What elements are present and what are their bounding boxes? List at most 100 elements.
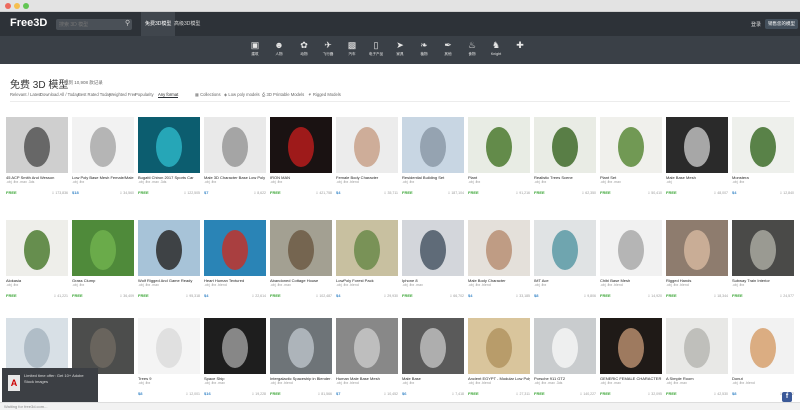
model-card[interactable]: Male 3D Character Base Low Poly Model.ob… [204, 117, 266, 195]
model-thumbnail[interactable] [72, 318, 134, 374]
category-electronics[interactable]: ▯ 电子产品 [365, 39, 387, 57]
category-more[interactable]: ✚ [509, 39, 531, 52]
category-food[interactable]: ♨ 食物 [461, 39, 483, 57]
rigged-filter[interactable]: ⚘ Rigged Models [308, 92, 341, 97]
model-card[interactable]: Trees 9 .obj .fbx $8 ⇩ 12,001 [138, 318, 200, 396]
model-thumbnail[interactable] [732, 220, 794, 276]
category-other[interactable]: ✒ 其他 [437, 39, 459, 57]
model-thumbnail[interactable] [534, 318, 596, 374]
model-card[interactable]: IMT Ace .obj .fbx $8 ⇩ 9,806 [534, 220, 596, 298]
model-card[interactable]: Human Male Base Mesh .obj .fbx .blend $7 ⇩ … [336, 318, 398, 396]
model-card[interactable]: Abandoned Cottage House .obj .fbx .max FRE… [270, 220, 332, 298]
model-thumbnail[interactable] [534, 220, 596, 276]
model-thumbnail[interactable] [6, 318, 68, 374]
filter-relevant[interactable]: Relevant / Latest [10, 92, 41, 97]
model-thumbnail[interactable] [270, 117, 332, 173]
model-card[interactable]: Heart Human Textured .obj .fbx .blend $4 ⇩ … [204, 220, 266, 298]
model-thumbnail[interactable] [204, 220, 266, 276]
category-characters[interactable]: ☻ 人物 [268, 39, 290, 57]
model-thumbnail[interactable] [72, 220, 134, 276]
model-thumbnail[interactable] [666, 220, 728, 276]
printable-filter[interactable]: ⎙ 3D Printable Models [262, 92, 304, 97]
login-link[interactable]: 登录 [751, 21, 761, 28]
category-aircraft[interactable]: ✈ 飞行器 [317, 39, 339, 57]
model-card[interactable]: LowPoly Forest Pack .obj .fbx .blend $4 ⇩ 2… [336, 220, 398, 298]
model-thumbnail[interactable] [6, 117, 68, 173]
model-card[interactable]: Wolf Rigged And Game Ready .obj .fbx .max… [138, 220, 200, 298]
model-card[interactable]: Low Poly Base Mesh Female/Male .obj .fbx $… [72, 117, 134, 195]
model-thumbnail[interactable] [468, 318, 530, 374]
model-thumbnail[interactable] [600, 220, 662, 276]
model-card[interactable]: Grass Clump .obj .fbx FREE ⇩ 36,409 [72, 220, 134, 298]
model-card[interactable]: Plant Set .obj .fbx .max FREE ⇩ 50,410 [600, 117, 662, 195]
model-thumbnail[interactable] [138, 318, 200, 374]
model-card[interactable]: Male Base Mesh .obj FREE ⇩ 48,007 [666, 117, 728, 195]
model-card[interactable]: 45 ACP Smith And Wesson .obj .fbx .max .3… [6, 117, 68, 195]
filter-download[interactable]: Download All / Today [40, 92, 79, 97]
model-card[interactable]: Female Body Character .obj .fbx .blend $4 ⇩… [336, 117, 398, 195]
model-thumbnail[interactable] [270, 220, 332, 276]
model-card[interactable]: A Simple Room .obj .fbx .max FREE ⇩ 42,530 [666, 318, 728, 396]
model-thumbnail[interactable] [72, 117, 134, 173]
search-input[interactable] [56, 19, 132, 30]
model-thumbnail[interactable] [204, 117, 266, 173]
model-card[interactable]: Subway Train Interior .obj .fbx FREE ⇩ 24,5… [732, 220, 794, 298]
model-thumbnail[interactable] [534, 117, 596, 173]
model-card[interactable]: Rigged Hands .obj .fbx .blend FREE ⇩ 18,344 [666, 220, 728, 298]
model-thumbnail[interactable] [138, 220, 200, 276]
filter-best-rated[interactable]: Best Rated Today [78, 92, 111, 97]
ad-overlay[interactable]: A Limited time offer: Get 10+ Adobe Stoc… [2, 368, 98, 402]
model-card[interactable]: Alokasia .obj .fbx FREE ⇩ 41,221 [6, 220, 68, 298]
model-thumbnail[interactable] [600, 318, 662, 374]
model-card[interactable]: Residential Building Set .obj .fbx FREE ⇩ 1… [402, 117, 464, 195]
model-thumbnail[interactable] [204, 318, 266, 374]
model-card[interactable]: Bugatti Chiron 2017 Sports Car .obj .fbx … [138, 117, 200, 195]
category-vehicles[interactable]: ▩ 汽车 [341, 39, 363, 57]
model-thumbnail[interactable] [336, 117, 398, 173]
model-card[interactable]: Male Body Character .obj .fbx .blend $4 ⇩ 3… [468, 220, 530, 298]
model-card[interactable]: Monstera .obj .fbx $4 ⇩ 12,840 [732, 117, 794, 195]
model-card[interactable]: Intergalactic Spaceship in Blender 2.8 E… [270, 318, 332, 396]
model-card[interactable]: Space Ship .obj .fbx .max $16 ⇩ 19,228 [204, 318, 266, 396]
model-thumbnail[interactable] [138, 117, 200, 173]
minimize-window-icon[interactable] [14, 3, 20, 9]
model-thumbnail[interactable] [270, 318, 332, 374]
model-card[interactable]: Iphone 8 .obj .fbx .max FREE ⇩ 66,702 [402, 220, 464, 298]
category-architecture[interactable]: ▣ 建筑 [244, 39, 266, 57]
site-logo[interactable]: Free3D [10, 17, 47, 29]
category-plants[interactable]: ❧ 植物 [413, 39, 435, 57]
tab-premium-models[interactable]: 高级3D模型 [170, 12, 204, 36]
model-thumbnail[interactable] [402, 117, 464, 173]
low-poly-filter[interactable]: ◈ Low poly models [224, 92, 260, 97]
search-icon[interactable]: ⚲ [125, 19, 130, 27]
filter-format[interactable]: Any format [158, 92, 179, 98]
model-thumbnail[interactable] [468, 117, 530, 173]
model-card[interactable]: GENERIC FEMALE CHARACTER .obj .fbx .max FR… [600, 318, 662, 396]
model-card[interactable]: Realistic Trees Scene .obj .fbx FREE ⇩ 62,3… [534, 117, 596, 195]
model-thumbnail[interactable] [402, 220, 464, 276]
sell-models-button[interactable]: 销售您的模型 [765, 19, 798, 29]
model-card[interactable]: Porsche 911 GT2 .obj .fbx .max .3ds FREE ⇩ … [534, 318, 596, 396]
model-thumbnail[interactable] [336, 220, 398, 276]
model-thumbnail[interactable] [732, 318, 794, 374]
model-card[interactable]: Male Base .obj .fbx $6 ⇩ 7,418 [402, 318, 464, 396]
model-thumbnail[interactable] [468, 220, 530, 276]
maximize-window-icon[interactable] [23, 3, 29, 9]
model-thumbnail[interactable] [666, 318, 728, 374]
model-thumbnail[interactable] [666, 117, 728, 173]
close-window-icon[interactable] [5, 3, 11, 9]
model-card[interactable]: Plant .obj .fbx FREE ⇩ 91,216 [468, 117, 530, 195]
category-furniture[interactable]: ➤ 家具 [389, 39, 411, 57]
model-thumbnail[interactable] [402, 318, 464, 374]
filter-popularity[interactable]: Popularity [135, 92, 154, 97]
category-animals[interactable]: ✿ 动物 [293, 39, 315, 57]
filter-weighted[interactable]: Weighted Free [109, 92, 136, 97]
model-thumbnail[interactable] [6, 220, 68, 276]
collections-filter[interactable]: ▦ Collections [195, 92, 221, 97]
model-thumbnail[interactable] [600, 117, 662, 173]
category-knight[interactable]: ♞ Knight [485, 39, 507, 56]
model-card[interactable]: Donut.obj .fbx .blend$8⇩ 18,902 [732, 318, 794, 396]
model-thumbnail[interactable] [336, 318, 398, 374]
facebook-icon[interactable]: f [782, 392, 792, 402]
model-card[interactable]: Ancient EGYPT - Modular Low Poly Archite… [468, 318, 530, 396]
